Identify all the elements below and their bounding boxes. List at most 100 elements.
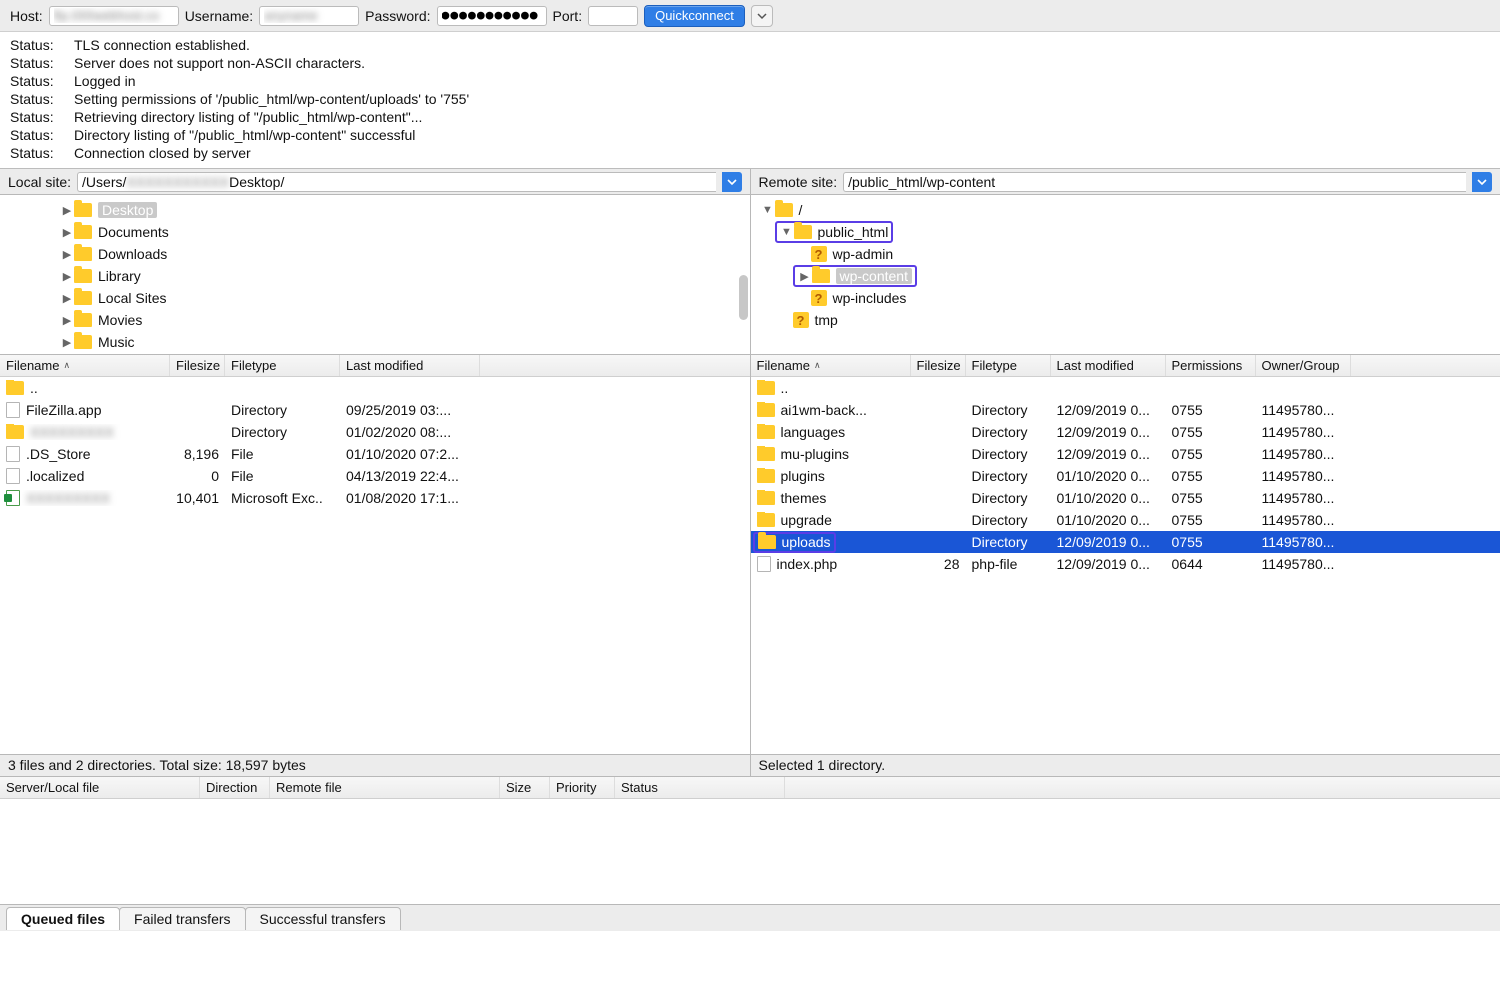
qcol-serverfile[interactable]: Server/Local file bbox=[0, 777, 200, 798]
qcol-priority[interactable]: Priority bbox=[550, 777, 615, 798]
list-row[interactable]: index.php28php-file12/09/2019 0...064411… bbox=[751, 553, 1500, 575]
file-owner: 11495780... bbox=[1256, 446, 1351, 462]
disclosure-arrow-icon[interactable]: ▶ bbox=[60, 292, 74, 305]
col-permissions[interactable]: Permissions bbox=[1166, 355, 1256, 376]
tree-item[interactable]: ▶Downloads bbox=[0, 243, 750, 265]
tree-tmp[interactable]: ? tmp bbox=[751, 309, 1500, 331]
list-row[interactable]: .. bbox=[0, 377, 750, 399]
file-size: 0 bbox=[170, 468, 225, 484]
remote-list-body[interactable]: ..ai1wm-back...Directory12/09/2019 0...0… bbox=[751, 377, 1500, 754]
local-tree[interactable]: ▶Desktop▶Documents▶Downloads▶Library▶Loc… bbox=[0, 195, 751, 354]
tree-wp-content[interactable]: ▶ wp-content bbox=[751, 265, 1500, 287]
list-row[interactable]: .localized0File04/13/2019 22:4... bbox=[0, 465, 750, 487]
tree-item[interactable]: ▶Documents bbox=[0, 221, 750, 243]
disclosure-arrow-icon[interactable]: ▶ bbox=[60, 270, 74, 283]
password-input[interactable] bbox=[437, 6, 547, 26]
tree-root[interactable]: ▼ / bbox=[751, 199, 1500, 221]
qcol-size[interactable]: Size bbox=[500, 777, 550, 798]
tab-success[interactable]: Successful transfers bbox=[245, 907, 401, 930]
folder-icon bbox=[757, 469, 775, 483]
queue-body[interactable] bbox=[0, 799, 1500, 905]
port-label: Port: bbox=[553, 8, 583, 24]
tree-label: wp-admin bbox=[833, 246, 894, 262]
local-site-dropdown[interactable] bbox=[722, 172, 742, 192]
tree-public-html[interactable]: ▼ public_html bbox=[751, 221, 1500, 243]
list-row[interactable]: XXXXXXXXXDirectory01/02/2020 08:... bbox=[0, 421, 750, 443]
col-filename[interactable]: Filename∧ bbox=[751, 355, 911, 376]
local-list-header: Filename∧ Filesize Filetype Last modifie… bbox=[0, 355, 750, 377]
file-modified: 01/10/2020 0... bbox=[1051, 490, 1166, 506]
tree-item[interactable]: ▶Library bbox=[0, 265, 750, 287]
quickconnect-button[interactable]: Quickconnect bbox=[644, 5, 745, 27]
file-name: FileZilla.app bbox=[26, 402, 101, 418]
log-key: Status: bbox=[10, 36, 60, 54]
tree-item[interactable]: ▶Movies bbox=[0, 309, 750, 331]
tree-wp-admin[interactable]: ? wp-admin bbox=[751, 243, 1500, 265]
col-owner[interactable]: Owner/Group bbox=[1256, 355, 1351, 376]
disclosure-arrow-icon[interactable]: ▼ bbox=[780, 226, 794, 238]
remote-tree[interactable]: ▼ / ▼ public_html ? wp-admin ▶ wp-conten… bbox=[751, 195, 1500, 354]
log-key: Status: bbox=[10, 108, 60, 126]
tree-label: / bbox=[799, 202, 803, 218]
qcol-direction[interactable]: Direction bbox=[200, 777, 270, 798]
disclosure-arrow-icon[interactable]: ▼ bbox=[761, 204, 775, 216]
list-row[interactable]: upgradeDirectory01/10/2020 0...075511495… bbox=[751, 509, 1500, 531]
list-row[interactable]: .. bbox=[751, 377, 1500, 399]
file-modified: 01/02/2020 08:... bbox=[340, 424, 480, 440]
host-input[interactable] bbox=[49, 6, 179, 26]
list-row[interactable]: .DS_Store8,196File01/10/2020 07:2... bbox=[0, 443, 750, 465]
list-row[interactable]: XXXXXXXXX10,401Microsoft Exc..01/08/2020… bbox=[0, 487, 750, 509]
remote-site-path[interactable]: /public_html/wp-content bbox=[843, 172, 1466, 192]
list-row[interactable]: themesDirectory01/10/2020 0...0755114957… bbox=[751, 487, 1500, 509]
local-list-body[interactable]: ..FileZilla.appDirectory09/25/2019 03:..… bbox=[0, 377, 750, 754]
file-name: languages bbox=[781, 424, 846, 440]
file-name: ai1wm-back... bbox=[781, 402, 867, 418]
disclosure-arrow-icon[interactable]: ▶ bbox=[60, 226, 74, 239]
list-row[interactable]: ai1wm-back...Directory12/09/2019 0...075… bbox=[751, 399, 1500, 421]
transfer-tabs: Queued files Failed transfers Successful… bbox=[0, 905, 1500, 931]
col-modified[interactable]: Last modified bbox=[1051, 355, 1166, 376]
file-type: Directory bbox=[966, 512, 1051, 528]
col-filetype[interactable]: Filetype bbox=[225, 355, 340, 376]
col-modified[interactable]: Last modified bbox=[340, 355, 480, 376]
col-filesize[interactable]: Filesize bbox=[911, 355, 966, 376]
remote-site-dropdown[interactable] bbox=[1472, 172, 1492, 192]
list-row[interactable]: uploadsDirectory12/09/2019 0...075511495… bbox=[751, 531, 1500, 553]
file-icon bbox=[6, 468, 20, 484]
port-input[interactable] bbox=[588, 6, 638, 26]
log-key: Status: bbox=[10, 144, 60, 162]
remote-file-list: Filename∧ Filesize Filetype Last modifie… bbox=[751, 355, 1500, 754]
col-filename[interactable]: Filename∧ bbox=[0, 355, 170, 376]
chevron-down-icon bbox=[1477, 177, 1487, 187]
log-msg: TLS connection established. bbox=[74, 36, 250, 54]
quickconnect-dropdown[interactable] bbox=[751, 5, 773, 27]
disclosure-arrow-icon[interactable]: ▶ bbox=[798, 270, 812, 283]
scrollbar-thumb[interactable] bbox=[739, 275, 748, 320]
tree-item[interactable]: ▶Local Sites bbox=[0, 287, 750, 309]
list-row[interactable]: FileZilla.appDirectory09/25/2019 03:... bbox=[0, 399, 750, 421]
list-row[interactable]: pluginsDirectory01/10/2020 0...075511495… bbox=[751, 465, 1500, 487]
tree-item[interactable]: ▶Desktop bbox=[0, 199, 750, 221]
folder-icon bbox=[6, 425, 24, 439]
col-filetype[interactable]: Filetype bbox=[966, 355, 1051, 376]
tab-failed[interactable]: Failed transfers bbox=[119, 907, 245, 930]
disclosure-arrow-icon[interactable]: ▶ bbox=[60, 248, 74, 261]
file-owner: 11495780... bbox=[1256, 468, 1351, 484]
qcol-status[interactable]: Status bbox=[615, 777, 785, 798]
disclosure-arrow-icon[interactable]: ▶ bbox=[60, 204, 74, 217]
qcol-remotefile[interactable]: Remote file bbox=[270, 777, 500, 798]
file-type: Directory bbox=[966, 468, 1051, 484]
username-input[interactable] bbox=[259, 6, 359, 26]
tree-item[interactable]: ▶Music bbox=[0, 331, 750, 353]
list-row[interactable]: languagesDirectory12/09/2019 0...0755114… bbox=[751, 421, 1500, 443]
file-permissions: 0755 bbox=[1166, 446, 1256, 462]
col-filesize[interactable]: Filesize bbox=[170, 355, 225, 376]
disclosure-arrow-icon[interactable]: ▶ bbox=[60, 314, 74, 327]
tab-queued[interactable]: Queued files bbox=[6, 907, 120, 930]
tree-wp-includes[interactable]: ? wp-includes bbox=[751, 287, 1500, 309]
list-row[interactable]: mu-pluginsDirectory12/09/2019 0...075511… bbox=[751, 443, 1500, 465]
file-permissions: 0755 bbox=[1166, 512, 1256, 528]
local-site-path[interactable]: /Users/XXXXXXXXXXXDesktop/ bbox=[77, 172, 715, 192]
disclosure-arrow-icon[interactable]: ▶ bbox=[60, 336, 74, 349]
file-modified: 12/09/2019 0... bbox=[1051, 534, 1166, 550]
